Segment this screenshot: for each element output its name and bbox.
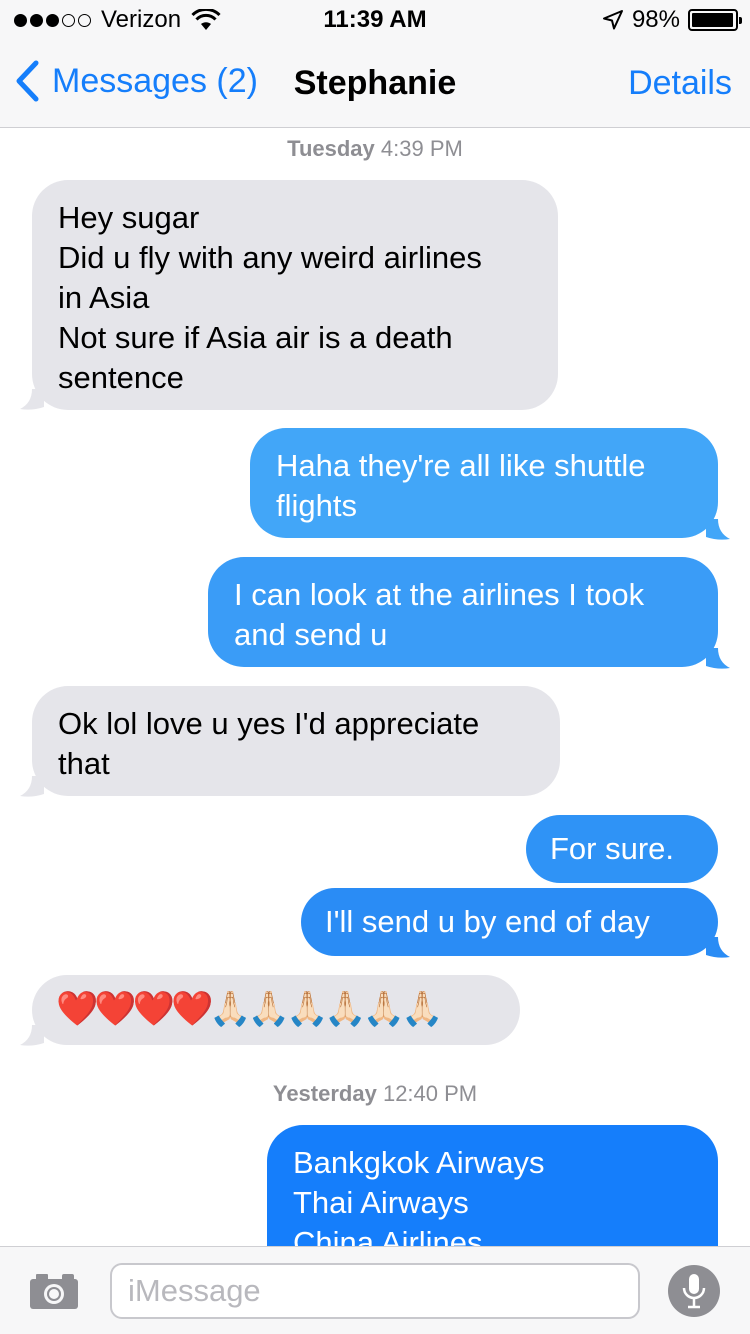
message-bubble-outgoing[interactable]: For sure.	[526, 815, 718, 883]
battery-icon	[688, 9, 742, 31]
timestamp: Tuesday 4:39 PM	[0, 136, 750, 162]
nav-bar: Messages (2) Stephanie Details	[0, 40, 750, 128]
location-arrow-icon	[602, 10, 623, 30]
message-bubble-incoming-emoji[interactable]: ❤️❤️❤️❤️🙏🏻🙏🏻🙏🏻🙏🏻🙏🏻🙏🏻	[32, 975, 520, 1045]
timestamp-time: 12:40 PM	[382, 1081, 478, 1106]
message-bubble-outgoing[interactable]: I can look at the airlines I took and se…	[208, 557, 718, 667]
battery-fill	[692, 13, 734, 27]
microphone-button[interactable]	[668, 1265, 720, 1317]
camera-icon[interactable]	[28, 1271, 80, 1311]
timestamp-time: 4:39 PM	[380, 136, 463, 161]
message-bubble-outgoing[interactable]: Haha they're all like shuttle flights	[250, 428, 718, 538]
status-right: 98%	[602, 6, 742, 34]
details-button[interactable]: Details	[628, 64, 732, 103]
message-input-bar	[0, 1246, 750, 1334]
imessage-input[interactable]	[110, 1263, 640, 1319]
timestamp: Yesterday 12:40 PM	[0, 1081, 750, 1107]
status-bar: Verizon 11:39 AM 98%	[0, 0, 750, 40]
message-bubble-outgoing[interactable]: I'll send u by end of day	[301, 888, 718, 956]
message-bubble-incoming[interactable]: Ok lol love u yes I'd appreciate that	[32, 686, 560, 796]
timestamp-day: Yesterday	[272, 1081, 377, 1106]
timestamp-day: Tuesday	[287, 136, 375, 161]
battery-percent: 98%	[631, 6, 680, 33]
message-bubble-incoming[interactable]: Hey sugar Did u fly with any weird airli…	[32, 180, 558, 410]
microphone-icon	[682, 1274, 706, 1309]
